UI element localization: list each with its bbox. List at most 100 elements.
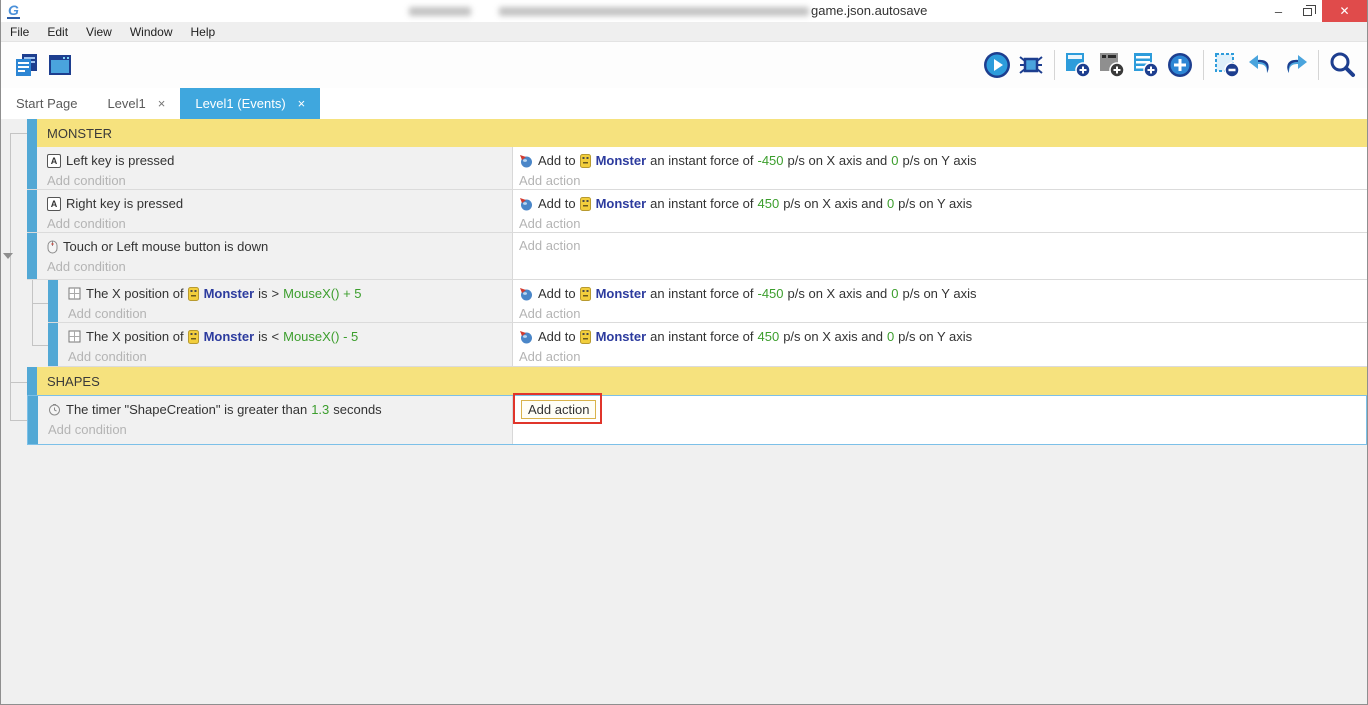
tab-label: Level1 (Events) [195, 96, 286, 111]
close-button[interactable]: ✕ [1322, 0, 1367, 22]
add-action-link[interactable]: Add action [519, 172, 1367, 190]
condition-text[interactable]: The X position of Monster is > MouseX() … [68, 284, 512, 303]
search-button[interactable] [1325, 48, 1359, 82]
param-force-y: 0 [891, 153, 899, 168]
condition-text[interactable]: The timer "ShapeCreation" is greater tha… [48, 400, 512, 419]
conditions-cell[interactable]: The X position of Monster is > MouseX() … [58, 280, 513, 322]
monster-object-icon [187, 286, 199, 301]
action-text[interactable]: Add to Monster an instant force of -450 … [519, 284, 1367, 303]
project-manager-button[interactable] [9, 48, 43, 82]
tree-line [10, 382, 27, 383]
redo-button[interactable] [1278, 48, 1312, 82]
event-row[interactable]: A Right key is pressed Add condition Add… [27, 190, 1367, 233]
condition-pre: The X position of [86, 329, 184, 344]
object-name: Monster [595, 329, 647, 344]
menu-edit[interactable]: Edit [38, 22, 77, 42]
group-title[interactable]: SHAPES [37, 367, 1367, 395]
condition-text[interactable]: Right key is pressed [66, 196, 183, 211]
actions-cell[interactable]: Add to Monster an instant force of 450 p… [513, 323, 1367, 366]
toolbar-separator [1054, 50, 1055, 80]
add-sub-event-button[interactable] [1095, 48, 1129, 82]
add-action-link[interactable]: Add action [519, 348, 1367, 366]
title-bar: G game.json.autosave – ✕ [1, 0, 1367, 22]
tab-close-icon[interactable]: × [298, 96, 306, 111]
force-icon [519, 154, 533, 168]
play-icon [982, 50, 1012, 80]
event-row-selected[interactable]: The timer "ShapeCreation" is greater tha… [27, 395, 1367, 445]
restore-button[interactable] [1293, 0, 1322, 22]
toolbar [1, 42, 1367, 88]
add-condition-link[interactable]: Add condition [47, 258, 512, 276]
add-action-link-focused[interactable]: Add action [521, 400, 597, 419]
condition-text[interactable]: Left key is pressed [66, 153, 174, 168]
actions-cell[interactable]: Add to Monster an instant force of -450 … [513, 147, 1367, 189]
debug-button[interactable] [1014, 48, 1048, 82]
menu-help[interactable]: Help [182, 22, 225, 42]
event-drag-bar[interactable] [28, 396, 38, 444]
debug-icon [1017, 51, 1045, 79]
sub-event-row[interactable]: The X position of Monster is > MouseX() … [48, 280, 1367, 323]
conditions-cell[interactable]: The X position of Monster is < MouseX() … [58, 323, 513, 366]
event-drag-bar[interactable] [27, 119, 37, 147]
tab-label: Start Page [16, 96, 78, 111]
restore-icon [1303, 5, 1316, 16]
menu-window[interactable]: Window [121, 22, 182, 42]
tab-level1-scene[interactable]: Level1 × [92, 88, 180, 119]
action-text[interactable]: Add to Monster an instant force of 450 p… [519, 327, 1367, 346]
action-text-unit: p/s on X axis and [787, 286, 888, 301]
collapse-arrow-icon[interactable] [3, 253, 13, 259]
add-action-link[interactable]: Add action [519, 215, 1367, 233]
add-circle-button[interactable] [1163, 48, 1197, 82]
conditions-cell[interactable]: Touch or Left mouse button is down Add c… [37, 233, 513, 279]
add-action-link[interactable]: Add action [519, 305, 1367, 323]
actions-cell[interactable]: Add to Monster an instant force of -450 … [513, 280, 1367, 322]
event-drag-bar[interactable] [27, 367, 37, 395]
undo-button[interactable] [1244, 48, 1278, 82]
group-title[interactable]: MONSTER [37, 119, 1367, 147]
condition-text[interactable]: Touch or Left mouse button is down [63, 239, 268, 254]
tab-level1-events[interactable]: Level1 (Events) × [180, 88, 321, 119]
add-action-link[interactable]: Add action [519, 237, 1367, 255]
monster-object-icon [579, 196, 591, 211]
add-condition-link[interactable]: Add condition [48, 421, 512, 439]
minimize-button[interactable]: – [1264, 0, 1293, 22]
group-header-shapes[interactable]: SHAPES [27, 367, 1367, 395]
event-drag-bar[interactable] [27, 147, 37, 189]
event-drag-bar[interactable] [27, 190, 37, 232]
actions-cell[interactable]: Add action [513, 233, 1367, 279]
event-drag-bar[interactable] [48, 280, 58, 322]
tree-line [32, 303, 48, 304]
add-event-button[interactable] [1061, 48, 1095, 82]
action-text[interactable]: Add to Monster an instant force of -450 … [519, 151, 1367, 170]
menu-view[interactable]: View [77, 22, 121, 42]
tab-close-icon[interactable]: × [158, 96, 166, 111]
action-text-mid: an instant force of [650, 286, 754, 301]
add-comment-button[interactable] [1129, 48, 1163, 82]
condition-text[interactable]: The X position of Monster is < MouseX() … [68, 327, 512, 346]
conditions-cell[interactable]: A Left key is pressed Add condition [37, 147, 513, 189]
event-row[interactable]: Touch or Left mouse button is down Add c… [27, 233, 1367, 280]
event-row[interactable]: A Left key is pressed Add condition Add … [27, 147, 1367, 190]
tab-start-page[interactable]: Start Page [1, 88, 92, 119]
add-condition-link[interactable]: Add condition [68, 348, 512, 366]
add-condition-link[interactable]: Add condition [47, 215, 512, 233]
conditions-cell[interactable]: A Right key is pressed Add condition [37, 190, 513, 232]
add-condition-link[interactable]: Add condition [68, 305, 512, 323]
menu-file[interactable]: File [1, 22, 38, 42]
action-text-mid: an instant force of [650, 196, 754, 211]
event-drag-bar[interactable] [48, 323, 58, 366]
sub-event-row[interactable]: The X position of Monster is < MouseX() … [48, 323, 1367, 367]
actions-cell[interactable]: Add to Monster an instant force of 450 p… [513, 190, 1367, 232]
delete-selection-button[interactable] [1210, 48, 1244, 82]
play-button[interactable] [980, 48, 1014, 82]
force-icon [519, 330, 533, 344]
start-scene-button[interactable] [43, 48, 77, 82]
group-header-monster[interactable]: MONSTER [27, 119, 1367, 147]
force-icon [519, 287, 533, 301]
actions-cell[interactable]: Add action [513, 396, 1366, 444]
event-drag-bar[interactable] [27, 233, 37, 279]
action-text[interactable]: Add to Monster an instant force of 450 p… [519, 194, 1367, 213]
object-name: Monster [203, 329, 255, 344]
conditions-cell[interactable]: The timer "ShapeCreation" is greater tha… [38, 396, 513, 444]
add-condition-link[interactable]: Add condition [47, 172, 512, 190]
